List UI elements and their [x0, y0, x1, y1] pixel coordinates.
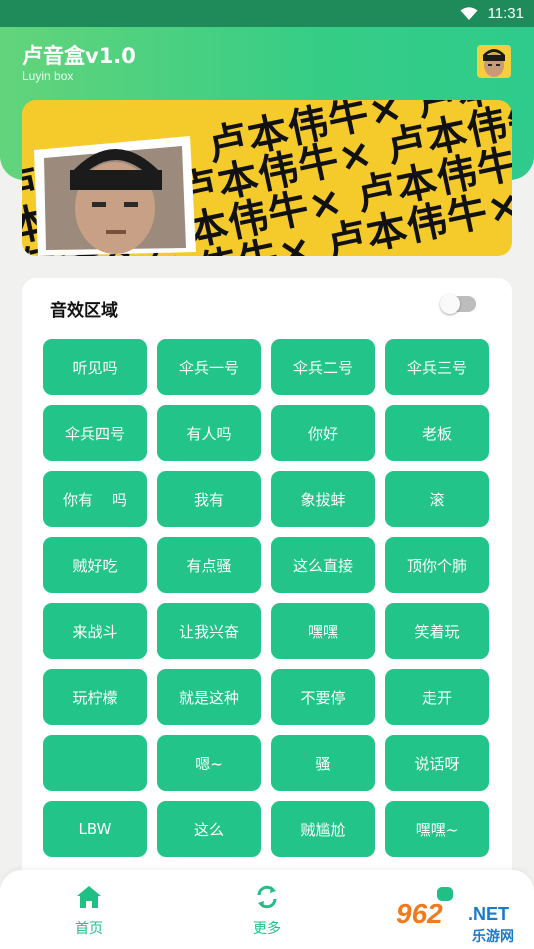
status-time: 11:31: [487, 5, 524, 22]
sound-button[interactable]: LBW: [43, 801, 147, 857]
sound-button[interactable]: 说话呀: [385, 735, 489, 791]
toggle-knob: [440, 294, 460, 314]
sound-button[interactable]: 老板: [385, 405, 489, 461]
sound-button[interactable]: 我有: [157, 471, 261, 527]
sound-button[interactable]: 就是这种: [157, 669, 261, 725]
sound-button[interactable]: 伞兵一号: [157, 339, 261, 395]
sound-button[interactable]: 贼尴尬: [271, 801, 375, 857]
sound-effects-card: 音效区域 听见吗 伞兵一号 伞兵二号 伞兵三号伞兵四号 有人吗 你好 老板你有 吗我有 象拔蚌…: [22, 278, 512, 949]
sound-button-grid: 听见吗 伞兵一号 伞兵二号 伞兵三号伞兵四号 有人吗 你好 老板你有 吗我有 象拔蚌滚贼好吃有…: [43, 339, 492, 857]
status-bar: 11:31: [0, 0, 534, 27]
home-icon: [77, 886, 101, 908]
sound-button[interactable]: 你好: [271, 405, 375, 461]
sound-button[interactable]: 不要停: [271, 669, 375, 725]
sound-button[interactable]: 来战斗: [43, 603, 147, 659]
watermark-number: 962: [396, 898, 443, 929]
app-subtitle: Luyin box: [22, 69, 74, 83]
sound-toggle[interactable]: [440, 294, 476, 314]
sound-button[interactable]: 笑着玩: [385, 603, 489, 659]
wifi-icon: [460, 6, 478, 20]
sound-button[interactable]: 走开: [385, 669, 489, 725]
site-watermark: 962 .NET 乐游网: [396, 898, 534, 949]
sound-button[interactable]: 嗯~: [157, 735, 261, 791]
nav-more-label: 更多: [253, 921, 281, 937]
sound-button[interactable]: [43, 735, 147, 791]
sound-button[interactable]: 有点骚: [157, 537, 261, 593]
sound-button[interactable]: 伞兵四号: [43, 405, 147, 461]
banner-image: 卢本伟牛× 卢本伟牛× 卢本伟牛× 卢本伟牛× 卢本伟牛× 卢本伟牛× 卢本伟牛…: [22, 100, 512, 256]
nav-item-home[interactable]: 首页: [54, 882, 124, 938]
sound-button[interactable]: 嘿嘿: [271, 603, 375, 659]
sound-button[interactable]: 你有 吗: [43, 471, 147, 527]
sound-button[interactable]: 伞兵二号: [271, 339, 375, 395]
sound-button[interactable]: 这么: [157, 801, 261, 857]
app-title: 卢音盒v1.0: [22, 44, 136, 68]
avatar[interactable]: [477, 45, 511, 78]
section-title: 音效区域: [50, 301, 118, 321]
nav-item-more[interactable]: 更多: [232, 882, 302, 938]
sound-button[interactable]: 嘿嘿~: [385, 801, 489, 857]
sound-button[interactable]: 听见吗: [43, 339, 147, 395]
sound-button[interactable]: 这么直接: [271, 537, 375, 593]
portrait-image: [34, 136, 196, 256]
nav-home-label: 首页: [75, 921, 103, 937]
sound-button[interactable]: 贼好吃: [43, 537, 147, 593]
sound-button[interactable]: 有人吗: [157, 405, 261, 461]
watermark-name: 乐游网: [472, 929, 514, 945]
sound-button[interactable]: 让我兴奋: [157, 603, 261, 659]
sound-button[interactable]: 玩柠檬: [43, 669, 147, 725]
sound-button[interactable]: 象拔蚌: [271, 471, 375, 527]
sound-button[interactable]: 骚: [271, 735, 375, 791]
watermark-net: .NET: [468, 904, 510, 924]
refresh-icon: [257, 885, 277, 909]
sound-button[interactable]: 滚: [385, 471, 489, 527]
sound-button[interactable]: 伞兵三号: [385, 339, 489, 395]
sound-button[interactable]: 顶你个肺: [385, 537, 489, 593]
